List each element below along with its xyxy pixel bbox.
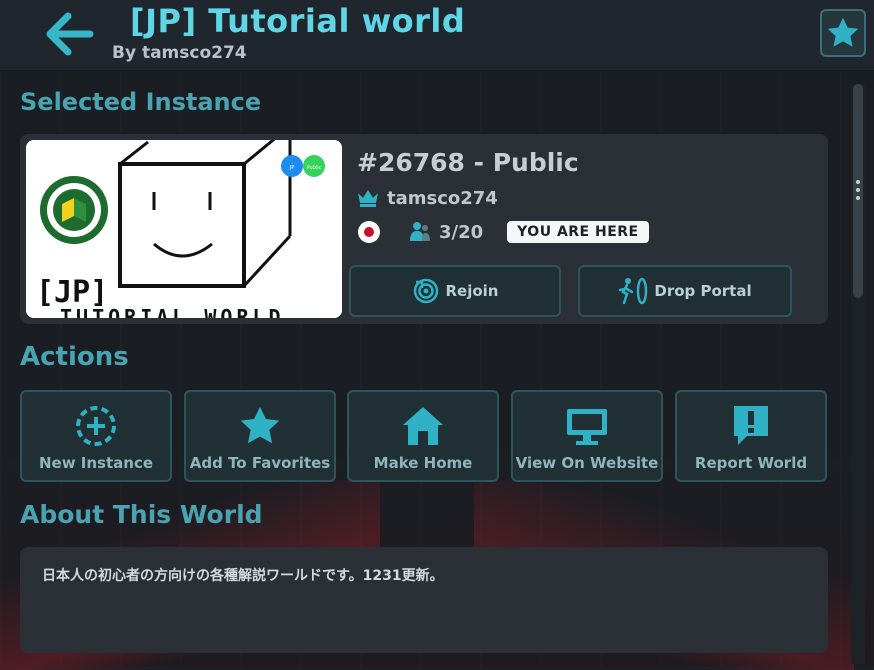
about-box: 日本人の初心者の方向けの各種解説ワールドです。1231更新。 bbox=[20, 547, 828, 653]
thumbnail-art: JP Public [JP] TUTORIAL WORLD bbox=[26, 140, 342, 318]
portal-icon bbox=[619, 277, 648, 305]
actions-heading: Actions bbox=[20, 342, 129, 372]
about-description: 日本人の初心者の方向けの各種解説ワールドです。1231更新。 bbox=[42, 568, 444, 584]
add-to-favorites-button[interactable]: Add To Favorites bbox=[184, 390, 336, 482]
report-icon bbox=[734, 406, 768, 445]
add-to-favorites-label: Add To Favorites bbox=[189, 454, 331, 472]
home-icon bbox=[403, 407, 443, 445]
instance-id: #26768 - Public bbox=[357, 148, 579, 177]
thumbnail-badge-left: JP bbox=[289, 165, 295, 171]
make-home-label: Make Home bbox=[373, 454, 473, 472]
owner-name: tamsco274 bbox=[387, 187, 498, 209]
star-icon bbox=[827, 17, 859, 47]
report-world-label: Report World bbox=[694, 454, 808, 472]
view-on-website-label: View On Website bbox=[515, 454, 659, 472]
new-instance-button[interactable]: New Instance bbox=[20, 390, 172, 482]
instance-owner: tamsco274 bbox=[357, 186, 498, 210]
make-home-button[interactable]: Make Home bbox=[347, 390, 499, 482]
thumbnail-badge-right: Public bbox=[307, 165, 322, 171]
world-thumbnail: JP Public [JP] TUTORIAL WORLD bbox=[26, 140, 342, 318]
arrow-left-icon bbox=[46, 12, 94, 56]
crown-icon bbox=[358, 190, 378, 207]
favorite-toggle-button[interactable] bbox=[820, 9, 866, 57]
instance-card: JP Public [JP] TUTORIAL WORLD #26768 - P… bbox=[20, 134, 828, 324]
drop-portal-button[interactable]: Drop Portal bbox=[578, 265, 792, 317]
world-title: [JP] Tutorial world bbox=[130, 2, 466, 40]
new-instance-label: New Instance bbox=[38, 454, 154, 472]
users-icon bbox=[410, 222, 430, 241]
you-are-here-badge: YOU ARE HERE bbox=[507, 221, 649, 243]
rejoin-button[interactable]: Rejoin bbox=[349, 265, 561, 317]
report-world-button[interactable]: Report World bbox=[675, 390, 827, 482]
scroll-handle-icon bbox=[856, 180, 861, 204]
instance-meta: 3/20 YOU ARE HERE bbox=[357, 220, 649, 244]
rejoin-label: Rejoin bbox=[445, 282, 499, 300]
japan-flag-icon bbox=[358, 221, 380, 243]
drop-portal-label: Drop Portal bbox=[654, 282, 752, 300]
about-heading: About This World bbox=[20, 500, 263, 529]
rejoin-icon bbox=[413, 278, 438, 304]
star-icon bbox=[240, 406, 280, 444]
plus-circle-dashed-icon bbox=[76, 406, 116, 446]
player-count: 3/20 bbox=[439, 221, 484, 243]
view-on-website-button[interactable]: View On Website bbox=[511, 390, 663, 482]
monitor-icon bbox=[567, 409, 607, 445]
header-bar: [JP] Tutorial world By tamsco274 bbox=[0, 0, 874, 71]
back-button[interactable] bbox=[44, 12, 96, 56]
selected-instance-heading: Selected Instance bbox=[20, 88, 262, 116]
thumbnail-logo-sub: TUTORIAL WORLD bbox=[60, 305, 285, 318]
world-author: By tamsco274 bbox=[112, 43, 247, 63]
